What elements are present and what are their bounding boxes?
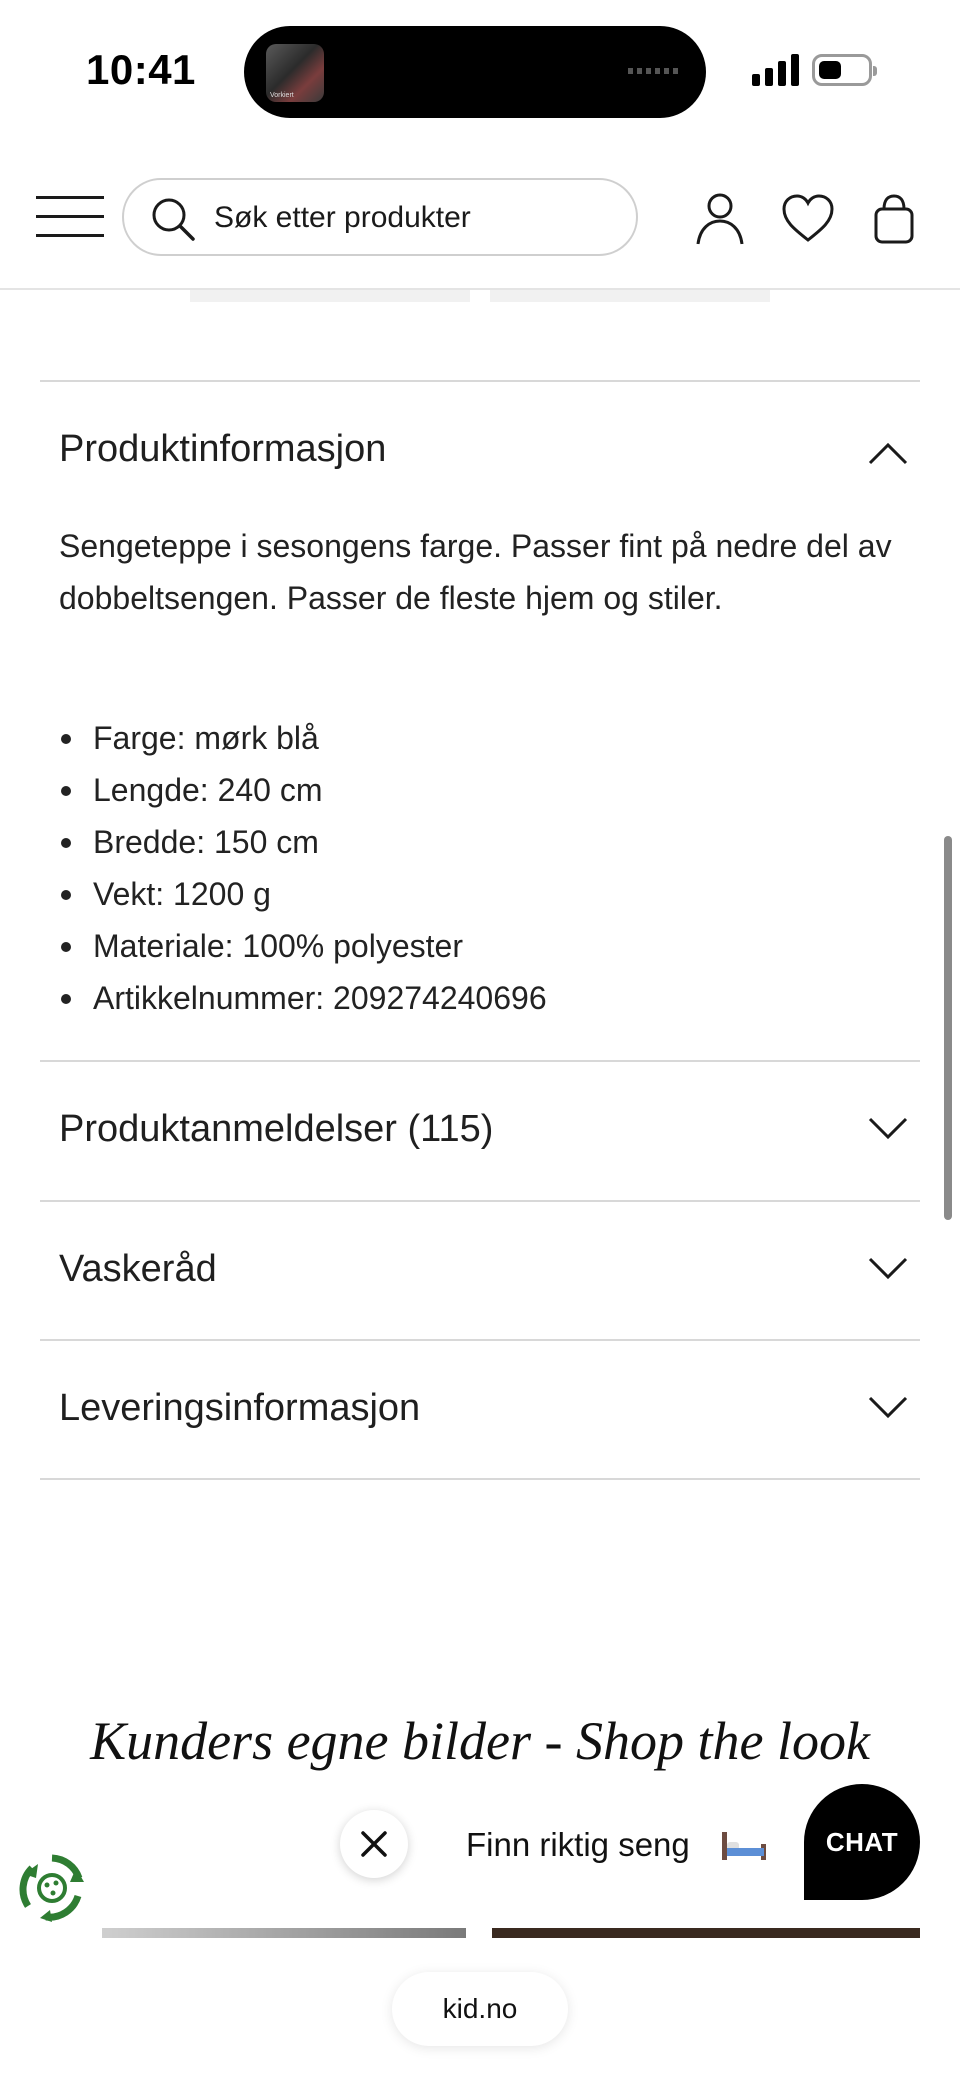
spec-length: Lengde: 240 cm	[59, 764, 919, 816]
site-header	[0, 140, 960, 290]
shopping-bag-icon[interactable]	[866, 190, 922, 246]
battery-icon	[812, 54, 877, 86]
dynamic-island[interactable]: Vorkiert	[244, 26, 706, 118]
browser-url-bar[interactable]: kid.no	[392, 1972, 568, 2046]
search-bar[interactable]	[122, 178, 638, 256]
accordion-divider	[40, 380, 920, 382]
eco-recycle-icon[interactable]	[16, 1852, 88, 1924]
product-spec-list: Farge: mørk blå Lengde: 240 cm Bredde: 1…	[59, 712, 919, 1024]
accordion-title-product-info[interactable]: Produktinformasjon	[59, 428, 386, 471]
bed-icon	[722, 1832, 766, 1860]
spec-color: Farge: mørk blå	[59, 712, 919, 764]
spec-width: Bredde: 150 cm	[59, 816, 919, 868]
chevron-down-icon[interactable]	[866, 1393, 910, 1423]
now-playing-label: Vorkiert	[270, 92, 294, 99]
cellular-signal-icon	[752, 54, 800, 86]
hamburger-menu-icon[interactable]	[36, 194, 104, 240]
account-icon[interactable]	[692, 190, 748, 246]
promo-banner[interactable]: Finn riktig seng	[420, 1800, 806, 1888]
status-bar: 10:41 Vorkiert	[0, 0, 960, 140]
close-promo-button[interactable]	[340, 1810, 408, 1878]
accordion-divider	[40, 1200, 920, 1202]
accordion-divider	[40, 1339, 920, 1341]
accordion-divider	[40, 1060, 920, 1062]
search-input[interactable]	[214, 190, 614, 246]
accordion-title-delivery[interactable]: Leveringsinformasjon	[59, 1387, 420, 1430]
tab-strip-right	[490, 290, 770, 302]
product-description: Sengeteppe i sesongens farge. Passer fin…	[59, 528, 892, 616]
chevron-down-icon[interactable]	[866, 1254, 910, 1284]
gallery-image[interactable]	[102, 1928, 466, 1938]
tab-strip-left	[190, 290, 470, 302]
gallery-image[interactable]	[492, 1928, 920, 1938]
search-icon	[152, 198, 195, 241]
close-icon	[361, 1831, 387, 1857]
chat-button[interactable]: CHAT	[804, 1784, 920, 1900]
chevron-down-icon[interactable]	[866, 1114, 910, 1144]
accordion-title-washing[interactable]: Vaskeråd	[59, 1248, 217, 1291]
spec-article-number: Artikkelnummer: 209274240696	[59, 972, 919, 1024]
promo-text: Finn riktig seng	[466, 1826, 690, 1863]
spec-material: Materiale: 100% polyester	[59, 920, 919, 972]
heading-line-1: Kunders egne bilder - Shop the look	[90, 1711, 870, 1771]
now-playing-thumbnail[interactable]: Vorkiert	[266, 44, 324, 102]
page-scrollbar[interactable]	[944, 836, 952, 1220]
accordion-title-reviews[interactable]: Produktanmeldelser (115)	[59, 1108, 493, 1151]
audio-waveform-icon	[628, 68, 682, 74]
spec-weight: Vekt: 1200 g	[59, 868, 919, 920]
wishlist-heart-icon[interactable]	[780, 190, 836, 246]
chevron-up-icon[interactable]	[866, 438, 910, 468]
clock: 10:41	[86, 46, 196, 93]
accordion-divider	[40, 1478, 920, 1480]
